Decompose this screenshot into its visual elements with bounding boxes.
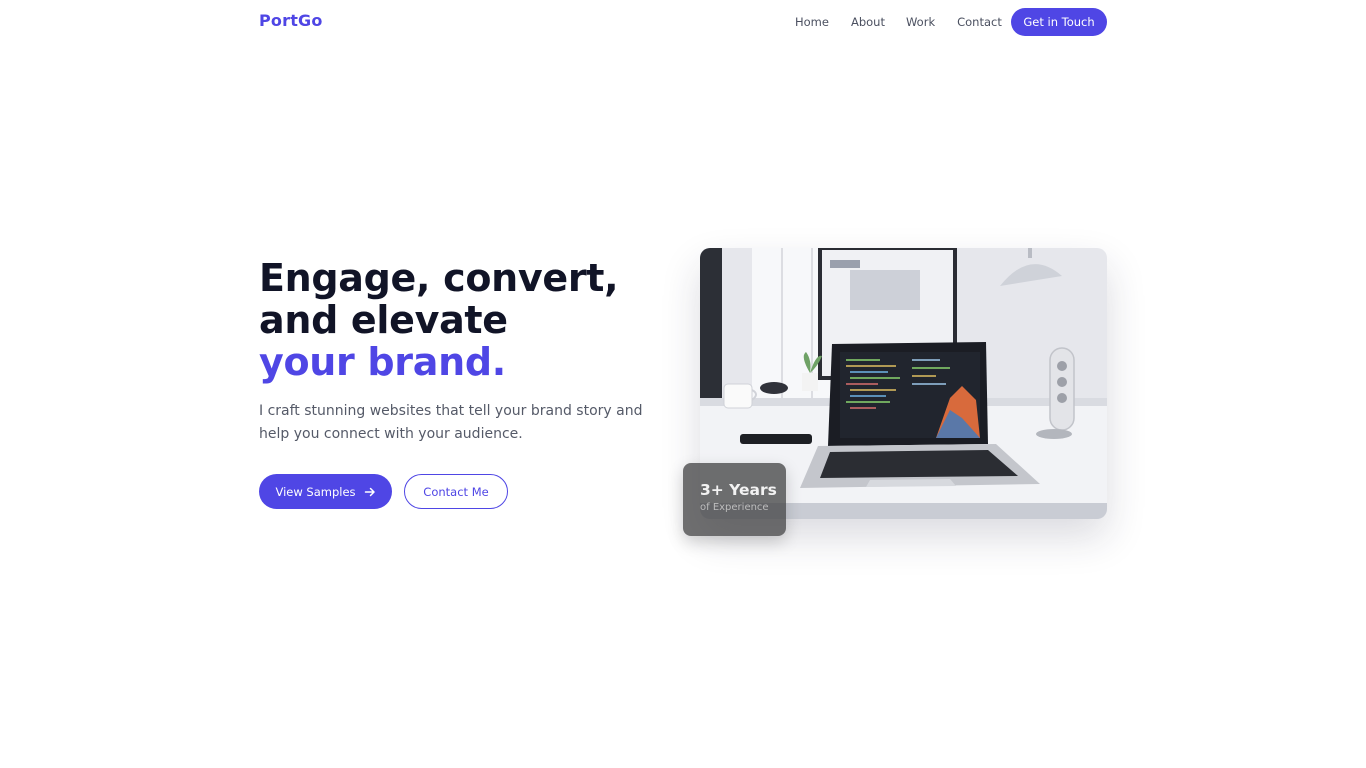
hero-title-line-1: Engage, convert, [259, 256, 619, 300]
hero-title-line-2: and elevate [259, 298, 508, 342]
hero-title: Engage, convert, and elevate your brand. [259, 256, 619, 384]
hero-subtitle: I craft stunning websites that tell your… [259, 403, 643, 442]
nav-links: Home About Work Contact [795, 15, 1024, 29]
nav-link-work[interactable]: Work [906, 15, 935, 29]
hero-title-accent: your brand. [259, 340, 506, 384]
get-in-touch-button[interactable]: Get in Touch [1011, 8, 1107, 36]
nav-link-about[interactable]: About [851, 15, 885, 29]
experience-badge: 3+ Years of Experience [683, 463, 786, 536]
arrow-right-icon [364, 486, 376, 498]
top-navbar: PortGo Home About Work Contact Get in To… [0, 0, 1366, 44]
contact-me-button[interactable]: Contact Me [404, 474, 508, 509]
nav-link-home[interactable]: Home [795, 15, 829, 29]
view-samples-button[interactable]: View Samples [259, 474, 392, 509]
experience-label: of Experience [700, 502, 769, 513]
experience-value: 3+ Years [700, 481, 777, 499]
view-samples-label: View Samples [275, 484, 356, 499]
nav-link-contact[interactable]: Contact [957, 15, 1002, 29]
brand-logo[interactable]: PortGo [259, 11, 323, 30]
